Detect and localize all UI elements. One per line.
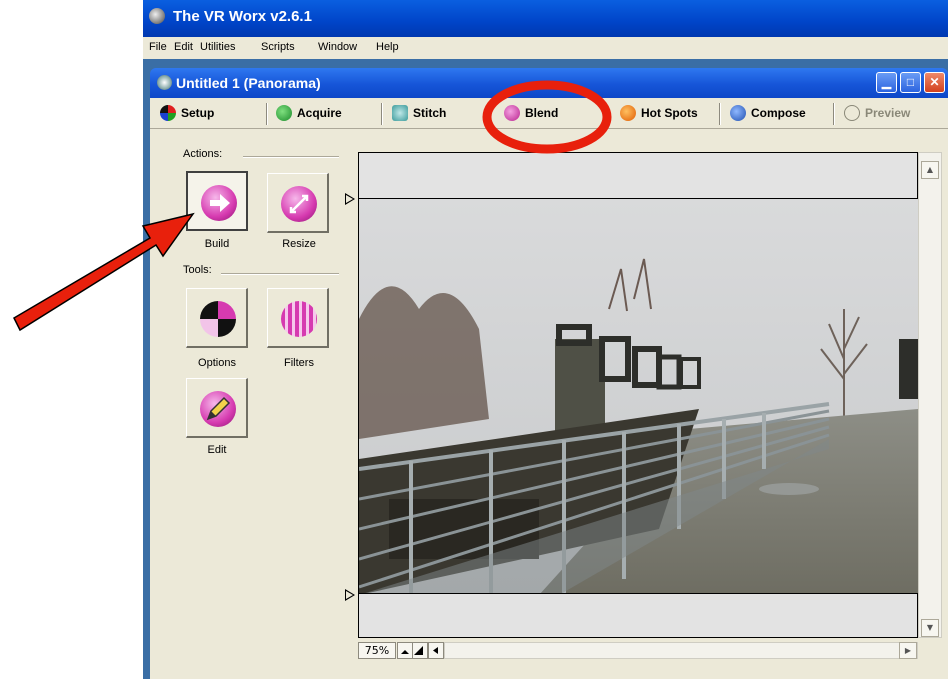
actions-label: Actions: — [183, 148, 223, 160]
vertical-scrollbar[interactable]: ▲ ▼ — [918, 152, 942, 638]
edit-button[interactable] — [186, 378, 248, 438]
tab-bar: Setup Acquire Stitch Blend Hot Spots Com… — [150, 98, 948, 129]
document-icon — [157, 75, 172, 90]
tab-separator — [833, 103, 835, 125]
scroll-left-button[interactable] — [428, 642, 444, 659]
filters-icon — [281, 301, 317, 337]
section-divider — [221, 273, 339, 275]
menu-help[interactable]: Help — [376, 41, 399, 53]
filters-button[interactable] — [267, 288, 329, 348]
app-title: The VR Worx v2.6.1 — [173, 8, 312, 25]
minimize-button[interactable]: ▁ — [876, 72, 897, 93]
menu-window[interactable]: Window — [318, 41, 357, 53]
maximize-button[interactable]: □ — [900, 72, 921, 93]
menu-bar: File Edit Utilities Scripts Window Help — [143, 37, 948, 60]
options-icon — [200, 301, 236, 337]
resize-button[interactable] — [267, 173, 329, 233]
menu-scripts[interactable]: Scripts — [261, 41, 295, 53]
menu-file[interactable]: File — [149, 41, 167, 53]
section-divider — [243, 156, 339, 158]
menu-edit[interactable]: Edit — [174, 41, 193, 53]
scroll-right-button[interactable]: ▶ — [899, 642, 917, 659]
scroll-up-button[interactable]: ▲ — [921, 161, 939, 179]
filters-caption: Filters — [284, 357, 314, 369]
close-button[interactable]: ✕ — [924, 72, 945, 93]
blend-icon — [504, 105, 520, 121]
document-title-bar[interactable]: Untitled 1 (Panorama) ▁ □ ✕ — [150, 68, 948, 98]
menu-utilities[interactable]: Utilities — [200, 41, 235, 53]
top-blend-marker[interactable] — [345, 193, 355, 205]
eye-icon — [844, 105, 860, 121]
compose-icon — [730, 105, 746, 121]
scroll-down-button[interactable]: ▼ — [921, 619, 939, 637]
tab-separator — [381, 103, 383, 125]
edit-pencil-icon — [200, 391, 236, 427]
hot-spots-icon — [620, 105, 636, 121]
resize-icon — [281, 186, 317, 222]
app-icon — [149, 8, 165, 24]
bottom-blend-marker[interactable] — [345, 589, 355, 601]
options-caption: Options — [198, 357, 236, 369]
options-button[interactable] — [186, 288, 248, 348]
tab-separator — [719, 103, 721, 125]
build-caption: Build — [204, 238, 230, 250]
tab-separator — [266, 103, 268, 125]
resize-caption: Resize — [282, 238, 316, 250]
panorama-image — [359, 198, 918, 594]
document-title: Untitled 1 (Panorama) — [176, 75, 321, 91]
zoom-level[interactable]: 75% — [358, 642, 396, 659]
tools-label: Tools: — [183, 264, 212, 276]
app-title-bar[interactable]: The VR Worx v2.6.1 — [143, 0, 948, 37]
horizontal-scrollbar[interactable]: ▶ — [444, 642, 918, 659]
edit-caption: Edit — [207, 444, 227, 456]
setup-icon — [160, 105, 176, 121]
zoom-in-icon[interactable] — [412, 642, 428, 659]
build-button[interactable] — [186, 171, 248, 231]
zoom-out-icon[interactable] — [397, 642, 413, 659]
build-arrow-icon — [201, 185, 237, 221]
acquire-icon — [276, 105, 292, 121]
stitch-icon — [392, 105, 408, 121]
